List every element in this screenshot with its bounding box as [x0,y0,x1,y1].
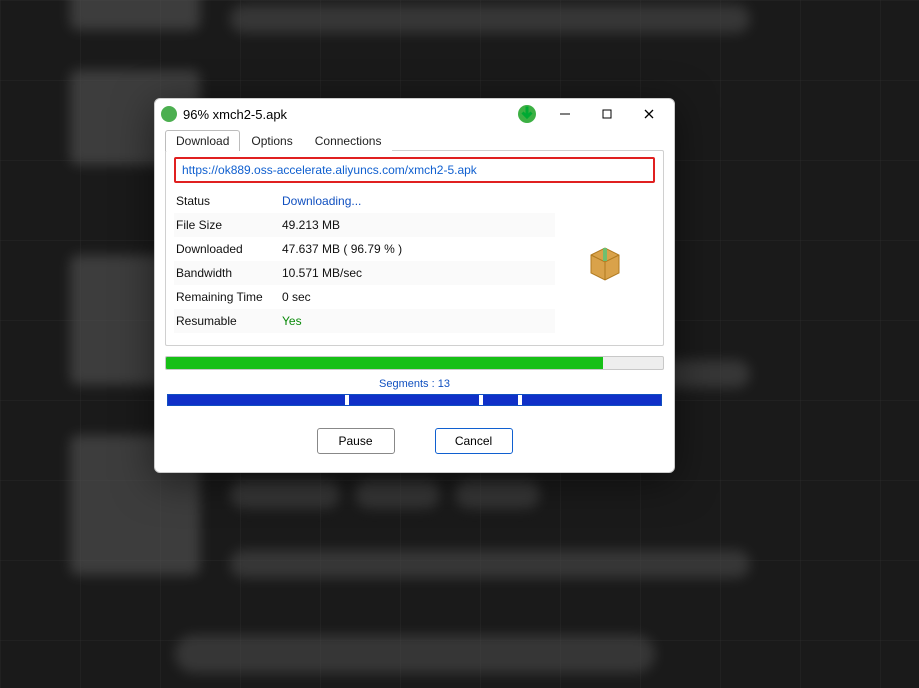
label-remaining: Remaining Time [174,290,282,304]
label-downloaded: Downloaded [174,242,282,256]
download-status-icon [518,105,536,123]
cancel-button[interactable]: Cancel [435,428,513,454]
label-file-size: File Size [174,218,282,232]
progress-fill [166,357,603,369]
maximize-button[interactable] [586,101,628,127]
info-table: Status Downloading... File Size 49.213 M… [174,189,555,333]
app-icon [161,106,177,122]
titlebar: 96% xmch2-5.apk [155,99,674,129]
row-bandwidth: Bandwidth 10.571 MB/sec [174,261,555,285]
download-url[interactable]: https://ok889.oss-accelerate.aliyuncs.co… [182,163,647,177]
row-status: Status Downloading... [174,189,555,213]
segment-tick [345,395,349,405]
close-button[interactable] [628,101,670,127]
value-downloaded: 47.637 MB ( 96.79 % ) [282,242,555,256]
value-remaining: 0 sec [282,290,555,304]
window-title: 96% xmch2-5.apk [183,107,518,122]
value-status: Downloading... [282,194,555,208]
progress-bar [165,356,664,370]
row-file-size: File Size 49.213 MB [174,213,555,237]
value-bandwidth: 10.571 MB/sec [282,266,555,280]
row-remaining: Remaining Time 0 sec [174,285,555,309]
minimize-button[interactable] [544,101,586,127]
package-icon [555,189,655,333]
download-panel: https://ok889.oss-accelerate.aliyuncs.co… [165,150,664,346]
segment-tick [518,395,522,405]
tab-download[interactable]: Download [165,130,240,151]
tabs: Download Options Connections [155,129,674,150]
value-file-size: 49.213 MB [282,218,555,232]
value-resumable: Yes [282,314,555,328]
pause-button[interactable]: Pause [317,428,395,454]
segments-label: Segments : 13 [165,378,664,390]
label-resumable: Resumable [174,314,282,328]
label-status: Status [174,194,282,208]
url-highlight-box: https://ok889.oss-accelerate.aliyuncs.co… [174,157,655,183]
label-bandwidth: Bandwidth [174,266,282,280]
segments-bar [167,394,662,406]
download-dialog: 96% xmch2-5.apk Download Options Connect… [154,98,675,473]
segment-tick [479,395,483,405]
row-resumable: Resumable Yes [174,309,555,333]
tab-options[interactable]: Options [240,130,303,151]
tab-connections[interactable]: Connections [304,130,393,151]
row-downloaded: Downloaded 47.637 MB ( 96.79 % ) [174,237,555,261]
